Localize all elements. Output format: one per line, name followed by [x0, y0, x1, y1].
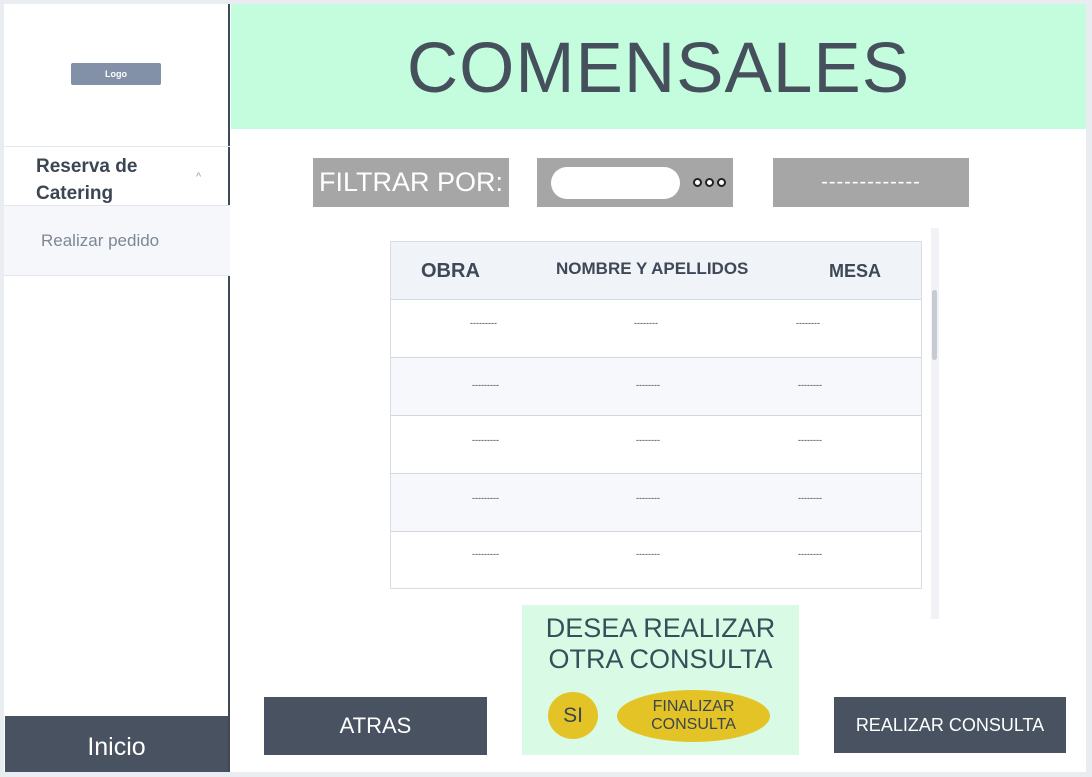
scrollbar-thumb[interactable] — [932, 290, 937, 360]
home-button[interactable]: Inicio — [5, 716, 228, 772]
filter-label: FILTRAR POR: — [313, 158, 509, 207]
cell-mesa: -------- — [798, 435, 822, 445]
dialog-question: DESEA REALIZAR OTRA CONSULTA — [522, 613, 799, 675]
column-header-nombre: NOMBRE Y APELLIDOS — [556, 259, 749, 278]
comensales-table: OBRA NOMBRE Y APELLIDOS MESA --------- -… — [390, 241, 922, 589]
cell-mesa: -------- — [798, 493, 822, 503]
table-header: OBRA NOMBRE Y APELLIDOS MESA — [391, 242, 921, 300]
cell-obra: --------- — [472, 493, 499, 503]
page-title: COMENSALES — [406, 29, 911, 108]
finish-query-button[interactable]: FINALIZAR CONSULTA — [617, 690, 770, 742]
table-row[interactable]: --------- -------- -------- — [391, 532, 921, 588]
sidebar-group-label: Reserva de Catering — [36, 156, 138, 204]
table-scrollbar[interactable] — [931, 228, 939, 619]
sidebar: Logo Reserva de Catering ^ Realizar pedi… — [4, 4, 230, 772]
cell-nombre: -------- — [634, 318, 658, 328]
table-row[interactable]: --------- -------- -------- — [391, 474, 921, 532]
cell-mesa: -------- — [796, 318, 820, 328]
cell-obra: --------- — [472, 549, 499, 559]
another-query-dialog: DESEA REALIZAR OTRA CONSULTA SI FINALIZA… — [522, 605, 799, 755]
dot — [693, 178, 702, 187]
cell-nombre: -------- — [636, 549, 660, 559]
dialog-question-line1: DESEA REALIZAR — [545, 613, 776, 643]
cell-obra: --------- — [472, 435, 499, 445]
filter-input[interactable] — [551, 167, 680, 199]
finish-label-line1: FINALIZAR — [652, 698, 735, 715]
dot — [717, 178, 726, 187]
page-header: COMENSALES — [231, 4, 1086, 129]
column-header-obra: OBRA — [421, 259, 480, 282]
cell-nombre: -------- — [636, 493, 660, 503]
column-header-mesa: MESA — [829, 260, 882, 281]
filter-search-box — [537, 158, 733, 207]
sidebar-item-realizar-pedido[interactable]: Realizar pedido — [4, 206, 230, 276]
filter-select[interactable]: ------------- — [773, 158, 969, 207]
finish-label-line2: CONSULTA — [651, 716, 736, 733]
table-row[interactable]: --------- -------- -------- — [391, 358, 921, 416]
cell-obra: --------- — [472, 380, 499, 390]
app-frame: Logo Reserva de Catering ^ Realizar pedi… — [4, 4, 1086, 772]
sidebar-group-reserva-catering[interactable]: Reserva de Catering ^ — [4, 146, 230, 206]
sidebar-item-label: Realizar pedido — [41, 231, 160, 250]
cell-nombre: -------- — [636, 435, 660, 445]
table-row[interactable]: --------- -------- -------- — [391, 416, 921, 474]
cell-mesa: -------- — [798, 549, 822, 559]
table-row[interactable]: --------- -------- -------- — [391, 300, 921, 358]
back-button[interactable]: ATRAS — [264, 697, 487, 755]
dot — [705, 178, 714, 187]
cell-obra: --------- — [470, 318, 497, 328]
dialog-question-line2: OTRA CONSULTA — [548, 644, 773, 674]
chevron-up-icon: ^ — [196, 171, 202, 183]
cell-mesa: -------- — [798, 380, 822, 390]
cell-nombre: -------- — [636, 380, 660, 390]
finish-label: FINALIZAR CONSULTA — [651, 698, 736, 734]
run-query-button[interactable]: REALIZAR CONSULTA — [834, 697, 1066, 753]
more-options-icon[interactable] — [693, 178, 726, 187]
logo: Logo — [71, 63, 161, 85]
yes-button[interactable]: SI — [548, 692, 598, 739]
